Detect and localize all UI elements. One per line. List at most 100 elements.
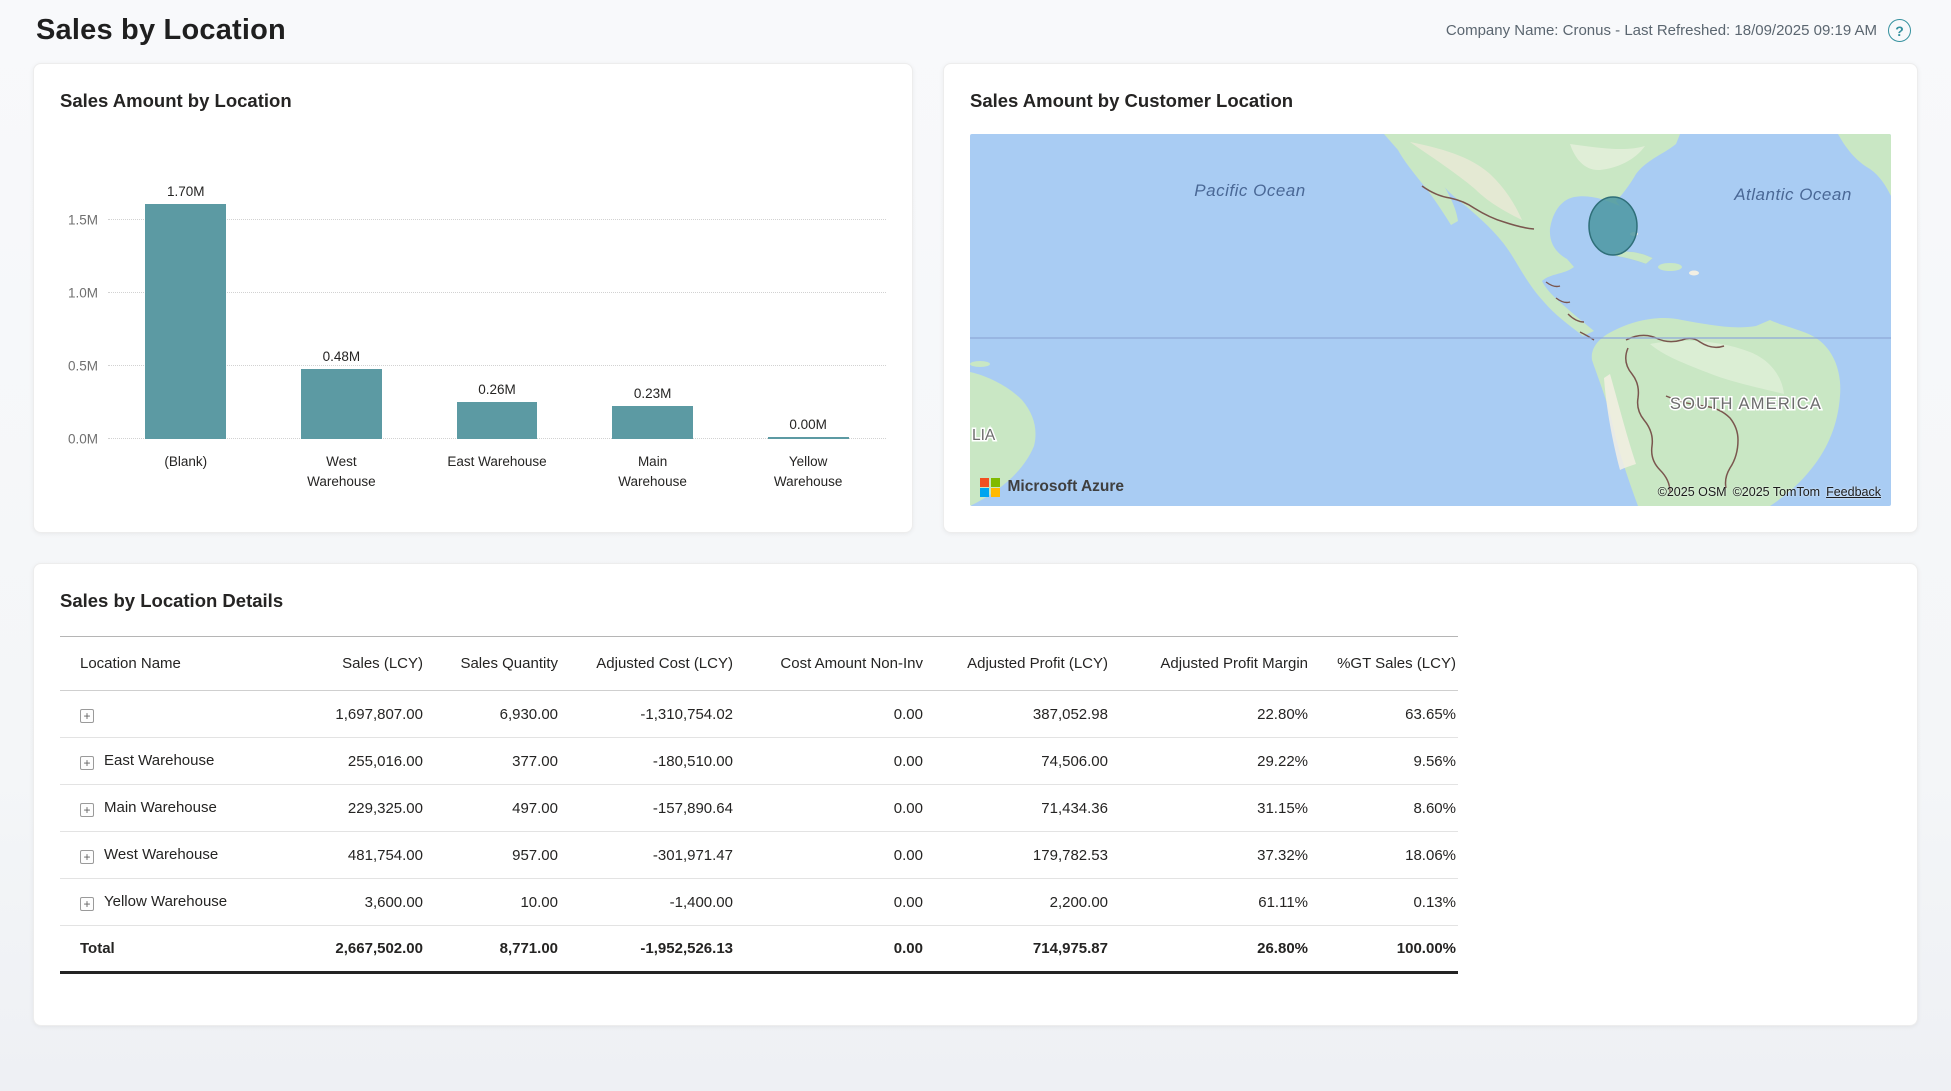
cell-sales-lcy: 255,016.00 xyxy=(275,738,425,785)
bar-chart: 0.0M0.5M1.0M1.5M 1.70M0.48M0.26M0.23M0.0… xyxy=(52,184,886,439)
bar-value-label-yellow-warehouse: 0.00M xyxy=(789,417,827,432)
map-sales-bubble[interactable] xyxy=(1589,197,1637,255)
bar-slot-east-warehouse: 0.26M xyxy=(419,184,575,439)
azure-attribution: Microsoft Azure xyxy=(980,478,1124,498)
cell-gt-sales-lcy: 18.06% xyxy=(1310,832,1458,879)
column-header-sales-lcy[interactable]: Sales (LCY) xyxy=(275,637,425,691)
cell-gt-sales-lcy: 8.60% xyxy=(1310,785,1458,832)
cell-sales-lcy: 3,600.00 xyxy=(275,879,425,926)
bar-west-warehouse[interactable] xyxy=(301,369,382,439)
y-axis-tick-0.0M: 0.0M xyxy=(68,432,98,447)
x-axis-label-east-warehouse: East Warehouse xyxy=(419,452,575,493)
cell-adjusted-profit-margin: 29.22% xyxy=(1110,738,1310,785)
x-axis-label-west-warehouse: WestWarehouse xyxy=(264,452,420,493)
bar-value-label-west-warehouse: 0.48M xyxy=(323,349,361,364)
bar-east-warehouse[interactable] xyxy=(457,402,538,439)
column-header-gt-sales-lcy[interactable]: %GT Sales (LCY) xyxy=(1310,637,1458,691)
cell-sales-quantity: 10.00 xyxy=(425,879,560,926)
cell-sales-quantity: 6,930.00 xyxy=(425,691,560,738)
map-label-australia-partial: LIA xyxy=(972,427,996,444)
details-row-yellow-warehouse: +Yellow Warehouse3,600.0010.00-1,400.000… xyxy=(60,879,1458,926)
location-name-cell: + East Warehouse xyxy=(60,738,275,785)
cell-cost-amount-non-inv: 0.00 xyxy=(735,785,925,832)
cell-gt-sales-lcy: 0.13% xyxy=(1310,879,1458,926)
cell-adjusted-profit-margin: 26.80% xyxy=(1110,926,1310,973)
bar-main-warehouse[interactable] xyxy=(612,406,693,439)
cell-adjusted-profit-margin: 37.32% xyxy=(1110,832,1310,879)
cell-cost-amount-non-inv: 0.00 xyxy=(735,738,925,785)
cell-sales-lcy: 1,697,807.00 xyxy=(275,691,425,738)
column-header-adjusted-cost-lcy[interactable]: Adjusted Cost (LCY) xyxy=(560,637,735,691)
x-axis-label-yellow-warehouse: YellowWarehouse xyxy=(730,452,886,493)
expand-icon[interactable]: + xyxy=(80,803,94,817)
cell-sales-lcy: 481,754.00 xyxy=(275,832,425,879)
details-table: Location NameSales (LCY)Sales QuantityAd… xyxy=(60,636,1458,974)
report-header: Sales by Location Company Name: Cronus -… xyxy=(0,0,1951,59)
details-title: Sales by Location Details xyxy=(60,590,1891,612)
bar-value-label-blank: 1.70M xyxy=(167,184,205,199)
cell-adjusted-cost-lcy: -180,510.00 xyxy=(560,738,735,785)
help-icon[interactable]: ? xyxy=(1888,19,1911,42)
company-refresh-text: Company Name: Cronus - Last Refreshed: 1… xyxy=(1446,22,1877,39)
cell-cost-amount-non-inv: 0.00 xyxy=(735,691,925,738)
location-name-cell: + xyxy=(60,691,275,738)
page-title: Sales by Location xyxy=(36,14,286,47)
bar-blank[interactable] xyxy=(145,204,226,439)
cell-adjusted-profit-lcy: 74,506.00 xyxy=(925,738,1110,785)
y-axis-tick-0.5M: 0.5M xyxy=(68,359,98,374)
cell-adjusted-profit-lcy: 387,052.98 xyxy=(925,691,1110,738)
azure-brand-text: Microsoft Azure xyxy=(1008,478,1125,496)
details-row-main-warehouse: + Main Warehouse 229,325.00497.00-157,890.… xyxy=(60,785,1458,832)
cell-adjusted-cost-lcy: -1,952,526.13 xyxy=(560,926,735,973)
cell-sales-quantity: 497.00 xyxy=(425,785,560,832)
cell-cost-amount-non-inv: 0.00 xyxy=(735,832,925,879)
details-row-east-warehouse: + East Warehouse 255,016.00377.00-180,510.… xyxy=(60,738,1458,785)
map-canvas: Pacific Ocean Atlantic Ocean SOUTH AMERI… xyxy=(970,134,1891,506)
expand-icon[interactable]: + xyxy=(80,709,94,723)
sales-amount-by-location-card: Sales Amount by Location 0.0M0.5M1.0M1.5… xyxy=(33,63,913,533)
location-name-text: East Warehouse xyxy=(104,752,214,769)
location-name-cell: +Yellow Warehouse xyxy=(60,879,275,926)
cell-adjusted-cost-lcy: -1,310,754.02 xyxy=(560,691,735,738)
y-axis-tick-1.0M: 1.0M xyxy=(68,286,98,301)
map-island-hispaniola xyxy=(1658,263,1682,271)
column-header-location-name[interactable]: Location Name xyxy=(60,637,275,691)
cell-adjusted-profit-lcy: 71,434.36 xyxy=(925,785,1110,832)
cell-adjusted-cost-lcy: -301,971.47 xyxy=(560,832,735,879)
expand-icon[interactable]: + xyxy=(80,850,94,864)
bar-value-label-east-warehouse: 0.26M xyxy=(478,382,516,397)
cell-sales-lcy: 229,325.00 xyxy=(275,785,425,832)
location-name-cell: Total xyxy=(60,926,275,973)
sales-by-location-details-card: Sales by Location Details Location NameS… xyxy=(33,563,1918,1026)
cell-sales-quantity: 8,771.00 xyxy=(425,926,560,973)
cell-adjusted-cost-lcy: -157,890.64 xyxy=(560,785,735,832)
column-header-sales-quantity[interactable]: Sales Quantity xyxy=(425,637,560,691)
map-island-fragment xyxy=(970,361,990,367)
bar-slot-blank: 1.70M xyxy=(108,184,264,439)
location-name-cell: + Main Warehouse xyxy=(60,785,275,832)
location-name-text: Total xyxy=(80,940,115,957)
top-cards-row: Sales Amount by Location 0.0M0.5M1.0M1.5… xyxy=(33,63,1918,533)
azure-map[interactable]: Pacific Ocean Atlantic Ocean SOUTH AMERI… xyxy=(970,134,1891,506)
cell-sales-quantity: 957.00 xyxy=(425,832,560,879)
cell-adjusted-profit-margin: 61.11% xyxy=(1110,879,1310,926)
chart-y-axis: 0.0M0.5M1.0M1.5M xyxy=(52,184,108,439)
column-header-adjusted-profit-lcy[interactable]: Adjusted Profit (LCY) xyxy=(925,637,1110,691)
location-name-text: Main Warehouse xyxy=(104,799,217,816)
map-copyright: ©2025 OSM ©2025 TomTom Feedback xyxy=(1658,485,1881,499)
cell-gt-sales-lcy: 100.00% xyxy=(1310,926,1458,973)
column-header-adjusted-profit-margin[interactable]: Adjusted Profit Margin xyxy=(1110,637,1310,691)
company-refresh-info: Company Name: Cronus - Last Refreshed: 1… xyxy=(1446,19,1911,42)
cell-sales-quantity: 377.00 xyxy=(425,738,560,785)
details-header-row: Location NameSales (LCY)Sales QuantityAd… xyxy=(60,637,1458,691)
cell-cost-amount-non-inv: 0.00 xyxy=(735,926,925,973)
expand-icon[interactable]: + xyxy=(80,897,94,911)
chart-x-axis: (Blank)WestWarehouseEast WarehouseMainWa… xyxy=(108,452,886,493)
feedback-link[interactable]: Feedback xyxy=(1826,485,1881,499)
bar-yellow-warehouse[interactable] xyxy=(768,437,849,439)
bar-slot-yellow-warehouse: 0.00M xyxy=(730,184,886,439)
cell-adjusted-profit-margin: 31.15% xyxy=(1110,785,1310,832)
column-header-cost-amount-non-inv[interactable]: Cost Amount Non-Inv xyxy=(735,637,925,691)
expand-icon[interactable]: + xyxy=(80,756,94,770)
cell-gt-sales-lcy: 63.65% xyxy=(1310,691,1458,738)
